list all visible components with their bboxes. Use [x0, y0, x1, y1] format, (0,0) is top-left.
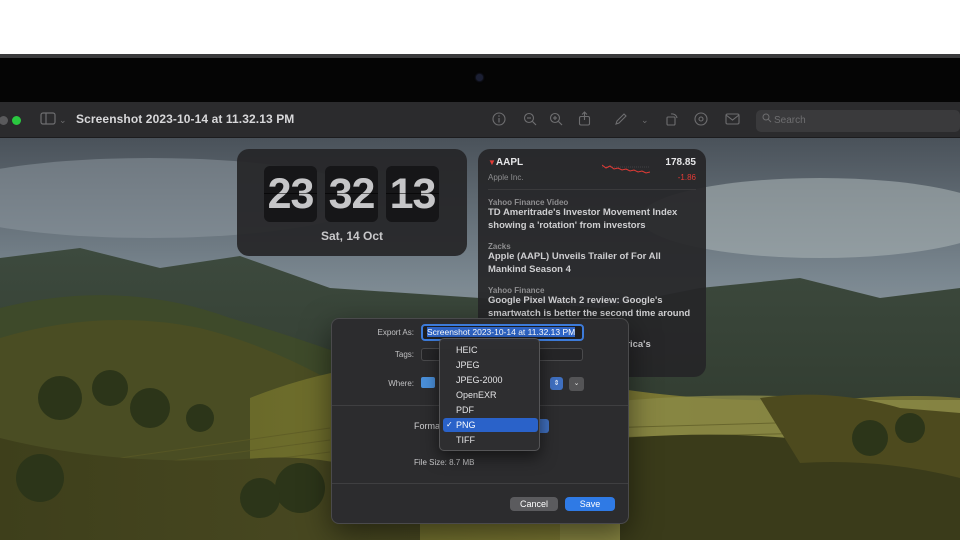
rotate-icon[interactable] [665, 112, 679, 130]
chevron-down-icon[interactable]: ⌄ [641, 112, 649, 128]
checkmark-icon: ✓ [446, 420, 453, 429]
format-option[interactable]: PDF [443, 403, 538, 417]
tags-label: Tags: [394, 350, 414, 359]
camera-icon [476, 74, 483, 81]
news-source: Yahoo Finance Video [488, 198, 569, 207]
where-label: Where: [388, 379, 414, 388]
chevron-down-icon[interactable]: ⌄ [59, 112, 67, 128]
news-source: Zacks [488, 242, 511, 251]
format-option[interactable]: HEIC [443, 343, 538, 357]
stock-sparkline [602, 164, 650, 174]
format-option-selected[interactable]: ✓ PNG [443, 418, 538, 432]
cancel-button[interactable]: Cancel [510, 497, 558, 511]
format-option[interactable]: JPEG-2000 [443, 373, 538, 387]
format-option[interactable]: JPEG [443, 358, 538, 372]
stock-symbol: ▼AAPL [488, 157, 524, 168]
down-triangle-icon: ▼ [488, 158, 496, 167]
where-select-button[interactable]: ⇕ [550, 377, 563, 390]
mail-icon[interactable] [725, 113, 740, 129]
zoom-in-icon[interactable] [549, 112, 563, 130]
news-headline: Apple (AAPL) Unveils Trailer of For All … [488, 251, 661, 275]
markup-pen-icon[interactable] [614, 112, 628, 130]
folder-icon [421, 377, 435, 388]
format-option[interactable]: OpenEXR [443, 388, 538, 402]
divider [488, 189, 696, 190]
export-as-label: Export As: [377, 328, 414, 337]
clock-minutes: 32 [325, 166, 378, 222]
news-source: Yahoo Finance [488, 286, 545, 295]
clock-seconds: 13 [386, 166, 439, 222]
zoom-button[interactable] [12, 116, 21, 125]
page-background [0, 0, 960, 54]
stock-price: 178.85 [665, 157, 696, 168]
news-headline: Google Pixel Watch 2 review: Google's sm… [488, 295, 691, 319]
info-icon[interactable] [492, 112, 506, 130]
file-size: File Size: 8.7 MB [414, 458, 475, 467]
screen: ⌄ Screenshot 2023-10-14 at 11.32.13 PM ⌄… [0, 0, 960, 540]
news-item[interactable]: Zacks Apple (AAPL) Unveils Trailer of Fo… [488, 242, 698, 276]
news-item[interactable]: Yahoo Finance Video TD Ameritrade's Inve… [488, 198, 698, 232]
share-icon[interactable] [578, 111, 591, 130]
sidebar-icon[interactable] [40, 112, 56, 129]
search-input[interactable]: Search [756, 110, 960, 132]
news-item[interactable]: erica's [621, 339, 701, 352]
format-option[interactable]: TIFF [443, 433, 538, 447]
format-label: Forma [414, 421, 441, 431]
news-headline: TD Ameritrade's Investor Movement Index … [488, 207, 678, 231]
clock-widget[interactable]: 23 32 13 Sat, 14 Oct [237, 149, 467, 256]
divider [332, 483, 628, 484]
window-title: Screenshot 2023-10-14 at 11.32.13 PM [76, 112, 295, 126]
zoom-out-icon[interactable] [523, 112, 537, 130]
news-item[interactable]: Yahoo Finance Google Pixel Watch 2 revie… [488, 286, 698, 320]
news-headline: erica's [621, 339, 651, 350]
clock-date: Sat, 14 Oct [320, 229, 384, 243]
stock-change: -1.86 [677, 173, 696, 182]
search-placeholder: Search [774, 115, 806, 126]
format-menu: HEIC JPEG JPEG-2000 OpenEXR PDF ✓ PNG TIF… [439, 338, 540, 451]
clock-hours: 23 [264, 166, 317, 222]
annotate-icon[interactable] [694, 112, 708, 130]
save-button[interactable]: Save [565, 497, 615, 511]
expand-button[interactable]: ⌄ [569, 377, 584, 391]
stock-company: Apple Inc. [488, 173, 524, 182]
search-icon [762, 113, 772, 126]
